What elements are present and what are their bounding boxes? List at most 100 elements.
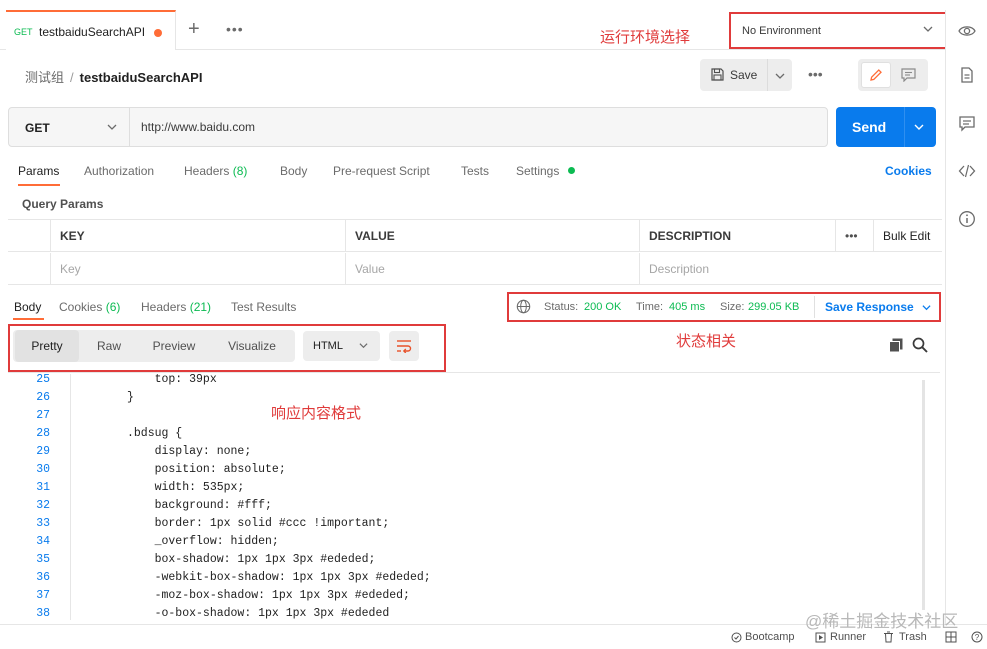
more-icon[interactable]: ••• bbox=[226, 21, 244, 37]
cookies-link[interactable]: Cookies bbox=[885, 164, 932, 178]
environment-label: No Environment bbox=[742, 25, 821, 37]
save-divider bbox=[767, 59, 768, 91]
breadcrumb-separator: / bbox=[70, 70, 74, 85]
column-key: KEY bbox=[50, 220, 345, 252]
description-input[interactable]: Description bbox=[639, 253, 942, 285]
response-tab-body[interactable]: Body bbox=[14, 300, 41, 314]
line-text: _overflow: hidden; bbox=[127, 535, 279, 548]
code-scrollbar[interactable] bbox=[922, 380, 925, 610]
response-body-code[interactable]: 25 top: 39px 26} 27 28 .bdsug { 29 displa… bbox=[8, 372, 940, 620]
params-table: KEY VALUE DESCRIPTION ••• Bulk Edit Key … bbox=[8, 219, 942, 285]
line-text: -o-box-shadow: 1px 1px 3px #ededed bbox=[127, 607, 390, 620]
time-value[interactable]: 405 ms bbox=[669, 301, 705, 313]
send-divider bbox=[904, 107, 905, 147]
pencil-icon bbox=[870, 69, 882, 81]
bootcamp-link[interactable]: Bootcamp bbox=[745, 631, 795, 643]
more-icon[interactable]: ••• bbox=[808, 66, 823, 82]
document-icon[interactable] bbox=[958, 66, 976, 84]
comment-icon[interactable] bbox=[958, 114, 976, 132]
response-tab-test-results[interactable]: Test Results bbox=[231, 300, 296, 314]
line-text: border: 1px solid #ccc !important; bbox=[127, 517, 390, 530]
bootcamp-icon bbox=[731, 632, 742, 643]
value-input[interactable]: Value bbox=[345, 253, 639, 285]
line-number: 30 bbox=[36, 463, 50, 476]
view-pretty[interactable]: Pretty bbox=[15, 330, 79, 362]
annotation-status: 状态相关 bbox=[676, 333, 737, 350]
tab-headers[interactable]: Headers (8) bbox=[184, 164, 247, 178]
save-button[interactable]: Save bbox=[700, 59, 792, 91]
tab-pre-request-script[interactable]: Pre-request Script bbox=[333, 164, 430, 178]
annotation-env: 运行环境选择 bbox=[600, 29, 691, 46]
status-value[interactable]: 200 OK bbox=[584, 301, 621, 313]
key-input[interactable]: Key bbox=[50, 253, 345, 285]
send-label: Send bbox=[852, 119, 887, 135]
eye-icon[interactable] bbox=[958, 22, 976, 40]
environment-select[interactable]: No Environment bbox=[735, 16, 943, 46]
line-text: box-shadow: 1px 1px 3px #ededed; bbox=[127, 553, 376, 566]
line-text: position: absolute; bbox=[127, 463, 286, 476]
view-raw[interactable]: Raw bbox=[81, 330, 137, 362]
language-select[interactable]: HTML bbox=[303, 331, 380, 361]
tab-method: GET bbox=[14, 27, 33, 37]
search-icon[interactable] bbox=[912, 337, 928, 353]
save-response-button[interactable]: Save Response bbox=[825, 300, 914, 314]
code-icon[interactable] bbox=[958, 162, 976, 180]
table-header-row: KEY VALUE DESCRIPTION ••• Bulk Edit bbox=[8, 220, 942, 252]
tab-tests[interactable]: Tests bbox=[461, 164, 489, 178]
send-button[interactable]: Send bbox=[836, 107, 936, 147]
help-icon[interactable]: ? bbox=[971, 631, 983, 643]
unsaved-dot bbox=[154, 29, 162, 37]
wrap-lines-button[interactable] bbox=[389, 331, 419, 361]
comment-icon[interactable] bbox=[901, 68, 916, 82]
runner-link[interactable]: Runner bbox=[830, 631, 866, 643]
breadcrumb-collection[interactable]: 测试组 bbox=[25, 70, 64, 85]
more-icon[interactable]: ••• bbox=[835, 220, 873, 252]
line-number: 37 bbox=[36, 589, 50, 602]
line-text: background: #fff; bbox=[127, 499, 272, 512]
line-number: 31 bbox=[36, 481, 50, 494]
tab-headers-label: Headers bbox=[184, 164, 230, 178]
line-number: 32 bbox=[36, 499, 50, 512]
active-tab-indicator bbox=[18, 184, 60, 186]
layout-icon[interactable] bbox=[945, 631, 957, 643]
view-visualize[interactable]: Visualize bbox=[211, 330, 293, 362]
line-text: .bdsug { bbox=[127, 427, 183, 440]
runner-icon bbox=[815, 632, 826, 643]
trash-icon bbox=[884, 631, 893, 643]
size-label: Size: bbox=[720, 301, 745, 313]
response-tab-cookies[interactable]: Cookies (6) bbox=[59, 300, 120, 314]
tab-authorization[interactable]: Authorization bbox=[84, 164, 154, 178]
size-value[interactable]: 299.05 KB bbox=[748, 301, 799, 313]
info-icon[interactable] bbox=[958, 210, 976, 228]
chevron-down-icon[interactable] bbox=[775, 71, 785, 81]
copy-icon[interactable] bbox=[888, 337, 904, 353]
line-text: -webkit-box-shadow: 1px 1px 3px #ededed; bbox=[127, 571, 431, 584]
edit-toggle[interactable] bbox=[861, 62, 891, 88]
chevron-down-icon[interactable] bbox=[914, 122, 924, 132]
chevron-down-icon[interactable] bbox=[922, 303, 931, 312]
method-select[interactable]: GET bbox=[9, 108, 130, 146]
plus-icon[interactable]: + bbox=[188, 18, 200, 41]
view-preview[interactable]: Preview bbox=[139, 330, 209, 362]
response-cookies-label: Cookies bbox=[59, 300, 103, 314]
tab-params[interactable]: Params bbox=[18, 164, 59, 178]
settings-indicator-dot bbox=[568, 167, 575, 174]
tab-settings[interactable]: Settings bbox=[516, 164, 559, 178]
globe-icon[interactable] bbox=[516, 299, 531, 314]
bulk-edit-button[interactable]: Bulk Edit bbox=[873, 220, 942, 252]
request-tab[interactable]: GET testbaiduSearchAPI bbox=[6, 10, 176, 50]
breadcrumb: 测试组 / testbaiduSearchAPI bbox=[25, 67, 202, 86]
response-tab-headers[interactable]: Headers (21) bbox=[141, 300, 211, 314]
right-sidebar bbox=[945, 10, 987, 624]
method-label: GET bbox=[25, 121, 50, 135]
url-input[interactable] bbox=[141, 120, 801, 134]
chevron-down-icon bbox=[359, 343, 368, 349]
table-row: Key Value Description bbox=[8, 253, 942, 285]
trash-link[interactable]: Trash bbox=[899, 631, 927, 643]
tab-body[interactable]: Body bbox=[280, 164, 307, 178]
watermark: @稀土掘金技术社区 bbox=[805, 612, 959, 631]
gutter-divider bbox=[70, 374, 71, 620]
chevron-down-icon bbox=[923, 26, 933, 32]
line-number: 33 bbox=[36, 517, 50, 530]
breadcrumb-request[interactable]: testbaiduSearchAPI bbox=[80, 70, 203, 85]
